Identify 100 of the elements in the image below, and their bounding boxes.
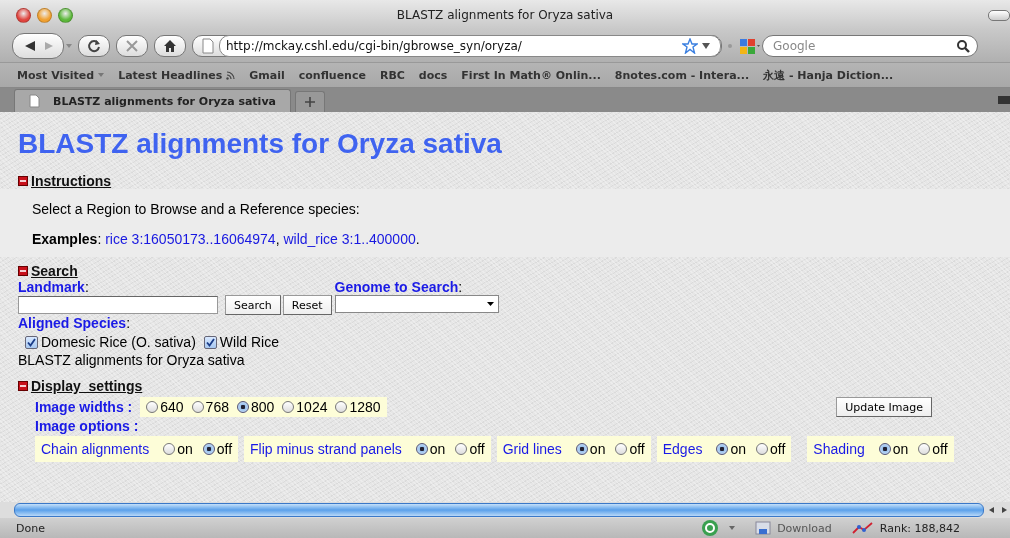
engine-icon	[738, 37, 760, 55]
feed-icon	[226, 70, 236, 80]
radio-button[interactable]	[716, 443, 729, 455]
checkbox[interactable]	[25, 335, 38, 349]
dropdown-icon	[486, 302, 494, 306]
radio-label: 800	[250, 399, 275, 415]
option-label: Shading	[813, 441, 865, 457]
stop-button[interactable]	[116, 35, 148, 57]
radio-label: 640	[160, 399, 184, 415]
radio-label: off	[629, 441, 645, 457]
page-icon	[201, 38, 215, 54]
home-button[interactable]	[154, 35, 186, 57]
image-widths-label: Image widths :	[35, 399, 133, 415]
form-button[interactable]: Search	[225, 295, 281, 315]
example-link[interactable]: rice 3:16050173..16064974	[105, 231, 276, 247]
radio-button[interactable]	[455, 443, 468, 455]
browser-tab[interactable]: BLASTZ alignments for Oryza sativa	[14, 89, 291, 112]
bookmark[interactable]: Latest Headlines	[118, 68, 236, 82]
radio-label: off	[770, 441, 786, 457]
radio-label: on	[730, 441, 746, 457]
radio-label: off	[469, 441, 485, 457]
radio-button[interactable]	[146, 401, 159, 413]
back-forward-button[interactable]	[12, 33, 64, 59]
bookmark[interactable]: Most Visited	[17, 68, 105, 82]
zoom-button[interactable]	[58, 7, 73, 23]
radio-button[interactable]	[335, 401, 348, 413]
bookmark[interactable]: 永遠 - Hanja Diction...	[763, 67, 894, 83]
description-text: BLASTZ alignments for Oryza sativa	[18, 352, 246, 368]
toolbar-toggle-button[interactable]	[988, 9, 1010, 21]
radio-button[interactable]	[575, 443, 588, 455]
plus-icon	[304, 96, 316, 108]
home-icon	[163, 39, 177, 53]
option-label: Flip minus strand panels	[250, 441, 402, 457]
radio-button[interactable]	[163, 443, 176, 455]
radio-button[interactable]	[202, 443, 215, 455]
radio-label: on	[177, 441, 193, 457]
radio-button[interactable]	[415, 443, 428, 455]
bookmark[interactable]: confluence	[298, 68, 366, 82]
dropdown-icon	[702, 43, 710, 49]
new-tab-button[interactable]	[295, 91, 325, 112]
close-icon	[125, 39, 139, 53]
genome-select[interactable]	[334, 295, 499, 313]
landmark-field[interactable]	[18, 296, 218, 314]
radio-button[interactable]	[282, 401, 295, 413]
dropdown-icon	[66, 44, 72, 48]
close-button[interactable]	[16, 7, 31, 23]
section-title[interactable]: Instructions	[31, 173, 112, 189]
radio-label: 1280	[349, 399, 381, 415]
status-text: Done	[16, 521, 45, 535]
section-title[interactable]: Search	[31, 263, 78, 279]
minimize-button[interactable]	[37, 7, 52, 23]
dropdown-icon	[729, 526, 736, 530]
radio-button[interactable]	[191, 401, 204, 413]
radio-button[interactable]	[756, 443, 768, 455]
radio-button[interactable]	[236, 401, 249, 413]
search-icon	[956, 39, 970, 53]
window-title: BLASTZ alignments for Oryza sativa	[396, 8, 614, 22]
radio-label: 768	[205, 399, 229, 415]
checkbox-label: Wild Rice	[219, 334, 279, 350]
search-field[interactable]: Google	[762, 35, 978, 57]
radio-label: 1024	[296, 399, 328, 415]
page-icon	[29, 94, 41, 108]
landmark-label: Landmark	[18, 279, 85, 295]
globe-icon	[701, 519, 720, 537]
option-label: Chain alignments	[41, 441, 150, 457]
back-icon	[23, 40, 37, 52]
radio-button[interactable]	[918, 443, 931, 455]
option-label: Edges	[662, 441, 703, 457]
address-field[interactable]: http://mckay.cshl.edu/cgi-bin/gbrowse_syn/oryza/	[219, 35, 721, 57]
checkbox-label: Domesic Rice (O. sativa)	[41, 334, 196, 350]
checkbox[interactable]	[203, 335, 217, 349]
radio-button[interactable]	[615, 443, 628, 455]
form-button[interactable]: Reset	[282, 295, 332, 315]
label-colon: :	[458, 279, 463, 295]
download-status[interactable]: Download	[777, 521, 832, 535]
label-colon: :	[84, 279, 89, 295]
graph-icon	[851, 521, 874, 535]
radio-button[interactable]	[878, 443, 891, 455]
bookmark[interactable]: RBC	[379, 68, 405, 82]
example-link[interactable]: wild_rice 3:1..400000	[283, 231, 416, 247]
instruction-text: Select a Region to Browse and a Reference species:	[32, 201, 361, 217]
radio-label: off	[216, 441, 233, 457]
examples-text: Examples: rice 3:16050173..16064974, wild_rice 3:1..400000.	[32, 231, 421, 247]
section-title[interactable]: Display_settings	[31, 378, 143, 394]
radio-label: on	[429, 441, 446, 457]
reload-icon	[87, 39, 101, 53]
bookmark[interactable]: 8notes.com - Intera...	[614, 68, 750, 82]
option-label: Grid lines	[502, 441, 562, 457]
label-colon: :	[126, 315, 131, 331]
bookmark[interactable]: First In Math® Onlin...	[461, 68, 601, 82]
reload-button[interactable]	[78, 35, 110, 57]
check-icon	[27, 337, 36, 347]
star-icon	[682, 38, 698, 54]
check-icon	[205, 337, 215, 347]
update-image-button[interactable]: Update Image	[836, 397, 932, 417]
bookmark[interactable]: docs	[418, 68, 448, 82]
forward-icon	[43, 40, 55, 52]
radio-label: on	[892, 441, 909, 457]
bookmark[interactable]: Gmail	[249, 68, 285, 82]
radio-label: on	[589, 441, 606, 457]
